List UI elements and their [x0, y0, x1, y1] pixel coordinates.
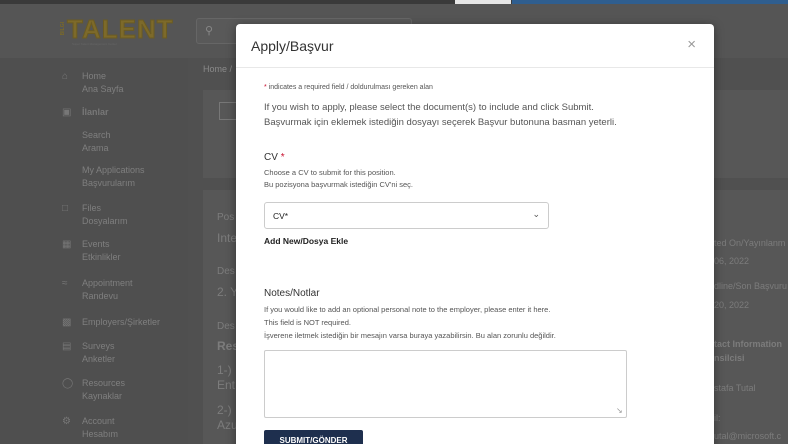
notes-help-en: If you would like to add an optional per… — [264, 305, 551, 314]
sidebar-item-sublabel: Dosyalarım — [82, 216, 128, 226]
deadline-date: 20, 2022 — [714, 300, 750, 310]
sidebar-item-events[interactable]: ▦ Events Etkinlikler — [62, 238, 121, 264]
sidebar-subitem-label: Search — [82, 130, 111, 140]
logo-tagline: Super Talent Management Center — [72, 42, 117, 46]
cv-label-text: CV — [264, 152, 278, 163]
notes-textarea[interactable] — [264, 350, 627, 418]
bg-text: 1-) — [217, 363, 232, 377]
sidebar-item-sublabel: Etkinlikler — [82, 252, 121, 262]
sidebar-item-surveys[interactable]: ▤ Surveys Anketler — [62, 340, 115, 366]
notes-help-not-required: This field is NOT required. — [264, 318, 351, 327]
building-icon: ▩ — [62, 317, 72, 328]
notes-help-tr: İşverene iletmek istediğin bir mesajın v… — [264, 331, 556, 340]
deadline-label: dline/Son Başvuru — [714, 281, 788, 291]
app-logo[interactable]: BILGI TALENT Super Talent Management Cen… — [60, 13, 174, 46]
contact-heading: tact Information — [714, 339, 783, 349]
resize-grip-icon[interactable]: ↘ — [616, 406, 623, 415]
required-note: * indicates a required field / doldurulm… — [264, 84, 433, 91]
add-new-file-link[interactable]: Add New/Dosya Ekle — [264, 236, 348, 246]
sidebar-item-sublabel: Hesabım — [82, 429, 119, 439]
logo-text: TALENT — [67, 13, 174, 44]
breadcrumb[interactable]: Home / — [203, 64, 232, 74]
notes-help: If you would like to add an optional per… — [264, 303, 704, 342]
bg-text: Ent — [217, 378, 236, 392]
contact-email[interactable]: utal@microsoft.c — [714, 431, 781, 441]
sidebar-item-account[interactable]: ⚙ Account Hesabım — [62, 415, 118, 441]
sidebar-subitem-my-applications[interactable]: My Applications Başvurularım — [82, 164, 145, 190]
briefcase-icon: ▣ — [62, 107, 72, 118]
bg-text: Des — [217, 266, 235, 277]
cv-help-tr: Bu pozisyona başvurmak istediğin CV'ni s… — [264, 180, 414, 189]
sidebar-subitem-sublabel: Başvurularım — [82, 178, 136, 188]
sidebar-item-sublabel: Randevu — [82, 291, 119, 301]
bg-text: 2-) — [217, 403, 232, 417]
close-button[interactable]: × — [687, 36, 696, 53]
posted-on-date: 06, 2022 — [714, 256, 750, 266]
sidebar-item-sublabel: Ana Sayfa — [82, 84, 124, 94]
file-icon: □ — [62, 203, 69, 214]
cv-label: CV * — [264, 152, 285, 163]
sidebar-subitem-label: My Applications — [82, 165, 145, 175]
sidebar-subitem-search[interactable]: Search Arama — [82, 129, 111, 155]
modal-header: Apply/Başvur × — [236, 24, 714, 68]
apply-modal: Apply/Başvur × * indicates a required fi… — [236, 24, 714, 444]
gear-icon: ⚙ — [62, 416, 71, 427]
required-asterisk: * — [264, 84, 267, 91]
logo-prefix: BILGI — [60, 22, 66, 36]
required-note-text: indicates a required field / doldurulmas… — [268, 84, 433, 91]
company-logo-image — [219, 102, 237, 120]
notes-label: Notes/Notlar — [264, 288, 320, 299]
search-icon: ⚲ — [205, 25, 214, 37]
clipboard-icon: ▤ — [62, 341, 72, 352]
cv-help-en: Choose a CV to submit for this position. — [264, 168, 396, 177]
posted-on-label: ted On/Yayınlanm — [714, 238, 786, 248]
sidebar-item-label: Home — [82, 71, 107, 81]
contact-subheading: nsilcisi — [714, 353, 745, 363]
home-icon: ⌂ — [62, 71, 69, 82]
sidebar-item-resources[interactable]: ◯ Resources Kaynaklar — [62, 377, 125, 403]
sidebar-item-label: Resources — [82, 378, 126, 388]
sidebar-item-label: Files — [82, 203, 102, 213]
bg-text: Azu — [217, 418, 238, 432]
intro-text: If you wish to apply, please select the … — [264, 100, 694, 130]
bg-text: Des — [217, 321, 235, 332]
sidebar-item-appointment[interactable]: ≈ Appointment Randevu — [62, 277, 133, 303]
sidebar-subitem-sublabel: Arama — [82, 143, 109, 153]
lightbulb-icon: ◯ — [62, 378, 74, 389]
chevron-down-icon: ⌄ — [532, 209, 540, 219]
submit-button[interactable]: SUBMIT/GÖNDER — [264, 430, 363, 444]
sidebar-item-label: Appointment — [82, 278, 133, 288]
sidebar-item-home[interactable]: ⌂ Home Ana Sayfa — [62, 70, 124, 96]
modal-title: Apply/Başvur — [251, 38, 334, 54]
appointment-icon: ≈ — [62, 278, 68, 289]
intro-text-tr: Başvurmak için eklemek istediğin dosyayı… — [264, 117, 617, 128]
sidebar-item-label: Account — [82, 416, 115, 426]
sidebar-item-label: Employers/Şirketler — [82, 317, 161, 327]
sidebar-item-sublabel: Kaynaklar — [82, 391, 123, 401]
sidebar: ⌂ Home Ana Sayfa ▣ İlanlar Search Arama My… — [0, 58, 188, 444]
bg-text: Pos — [217, 212, 235, 223]
cv-select[interactable]: CV* ⌄ — [264, 202, 549, 229]
sidebar-item-files[interactable]: □ Files Dosyalarım — [62, 202, 128, 228]
sidebar-item-label: İlanlar — [82, 107, 109, 117]
bg-text: Inte — [217, 231, 238, 245]
sidebar-item-label: Surveys — [82, 341, 115, 351]
bg-text: 2. Y — [217, 285, 239, 299]
required-asterisk: * — [280, 152, 285, 163]
cv-select-value: CV* — [273, 211, 289, 221]
contact-email-label: il: — [714, 413, 721, 423]
calendar-icon: ▦ — [62, 239, 72, 250]
cv-help: Choose a CV to submit for this position.… — [264, 167, 413, 191]
sidebar-item-employers[interactable]: ▩ Employers/Şirketler — [62, 316, 160, 329]
intro-text-en: If you wish to apply, please select the … — [264, 102, 594, 113]
sidebar-item-ilanlar[interactable]: ▣ İlanlar — [62, 106, 109, 119]
sidebar-item-sublabel: Anketler — [82, 354, 116, 364]
contact-name: stafa Tutal — [714, 383, 756, 393]
sidebar-item-label: Events — [82, 239, 110, 249]
